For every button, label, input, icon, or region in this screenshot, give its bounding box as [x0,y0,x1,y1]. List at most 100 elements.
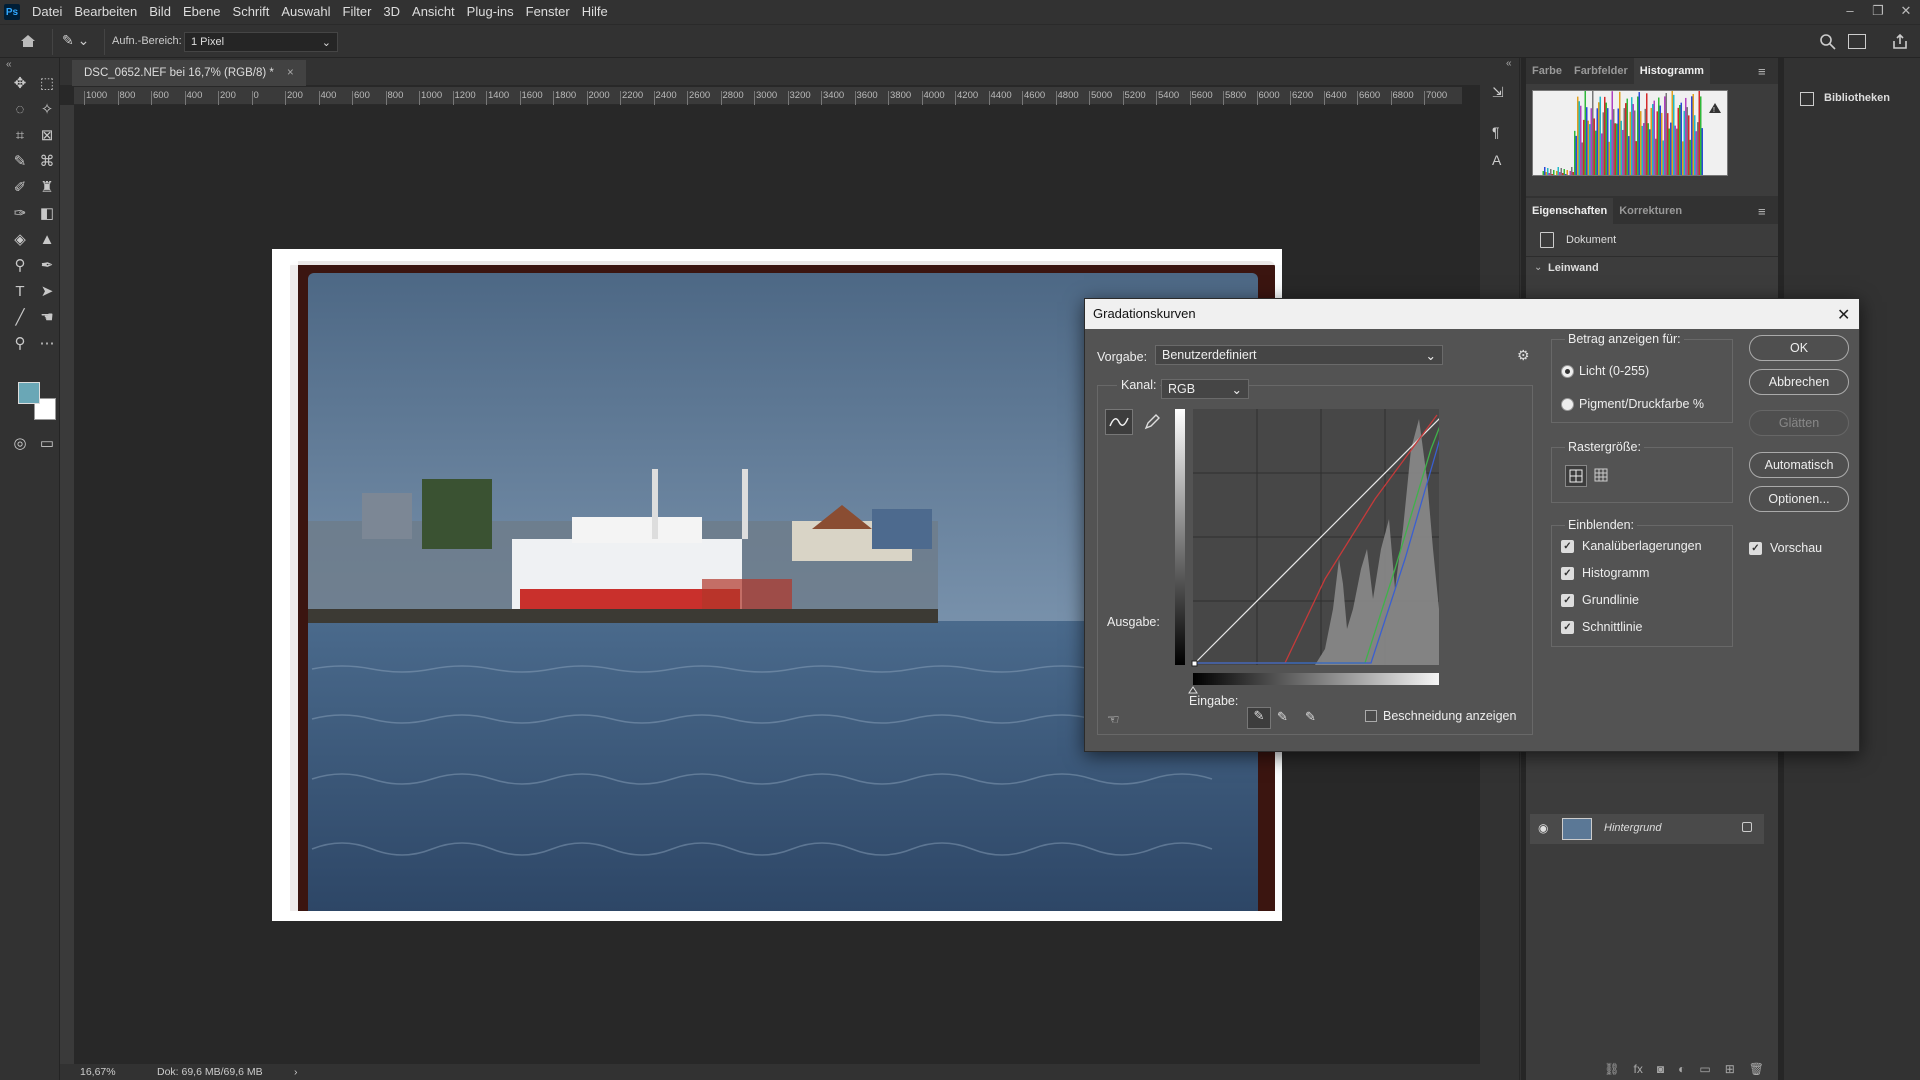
close-tab-icon[interactable]: × [287,67,294,79]
move-tool-icon[interactable]: ✥ [7,70,33,96]
panel-tab[interactable]: Farbfelder [1568,58,1634,84]
panel-tab[interactable]: Eigenschaften [1526,198,1614,224]
black-point-eyedropper-icon[interactable]: ✎ [1247,707,1271,729]
quick-mask-icon[interactable]: ◎ [7,430,33,456]
eraser-tool-icon[interactable]: ◧ [34,200,60,226]
bucket-tool-icon[interactable]: ◈ [7,226,33,252]
screen-mode-icon[interactable]: ▭ [34,430,60,456]
foreground-color-swatch[interactable] [18,382,40,404]
panel-tab[interactable]: Farbe [1526,58,1568,84]
more-tools-icon[interactable]: ⋯ [34,330,60,356]
libraries-panel-button[interactable]: Bibliotheken [1784,84,1920,114]
new-layer-icon[interactable]: ⊞ [1725,1062,1735,1076]
path-select-icon[interactable]: ➤ [34,278,60,304]
light-radio-button[interactable] [1561,365,1574,379]
menu-item[interactable]: Ebene [177,0,227,24]
menu-item[interactable]: Ansicht [406,0,461,24]
cancel-button[interactable]: Abbrechen [1749,369,1849,395]
trash-icon[interactable]: 🗑 [1749,1062,1764,1076]
character-panel-icon[interactable]: A [1492,152,1510,170]
zoom-level[interactable]: 16,67% [80,1064,116,1080]
show-option-row[interactable]: ✓ Kanalüberlagerungen [1561,539,1731,566]
canvas-section-chevron-icon[interactable]: ⌄ [1534,262,1542,273]
white-point-eyedropper-icon[interactable]: ✎ [1305,709,1316,725]
search-icon[interactable] [1818,32,1838,52]
eyedropper-icon[interactable]: ✎ [7,148,33,174]
check-icon[interactable]: ✓ [1561,594,1574,608]
menu-item[interactable]: Schrift [227,0,276,24]
menu-item[interactable]: Bearbeiten [68,0,143,24]
preset-select[interactable]: Benutzerdefiniert ⌄ [1155,345,1443,365]
sharpen-tool-icon[interactable]: ▲ [34,226,60,252]
share-icon[interactable] [1890,32,1910,52]
document-tab[interactable]: DSC_0652.NEF bei 16,7% (RGB/8) * × [72,60,306,86]
settings-gear-icon[interactable]: ⚙ [1517,347,1530,364]
gray-point-eyedropper-icon[interactable]: ✎ [1277,709,1288,725]
crop-tool-icon[interactable]: ⌗ [7,122,33,148]
menu-item[interactable]: Bild [143,0,177,24]
group-folder-icon[interactable]: ▭ [1699,1062,1710,1076]
preview-checkbox[interactable]: ✓ Vorschau [1749,541,1822,556]
ok-button[interactable]: OK [1749,335,1849,361]
collapse-left-icon[interactable]: « [6,59,12,70]
layer-row[interactable]: ◉ Hintergrund [1530,814,1764,844]
visibility-eye-icon[interactable]: ◉ [1538,821,1548,835]
show-option-row[interactable]: ✓ Schnittlinie [1561,620,1731,647]
curves-graph[interactable] [1175,408,1451,697]
light-radio[interactable]: Licht (0-255) [1561,364,1649,379]
menu-item[interactable]: Hilfe [576,0,614,24]
type-tool-icon[interactable]: T [7,278,33,304]
menu-item[interactable]: Auswahl [275,0,336,24]
panel-tab[interactable]: Korrekturen [1613,198,1688,224]
check-icon[interactable]: ✓ [1749,542,1762,556]
pencil-tool-icon[interactable] [1141,411,1163,433]
lasso-tool-icon[interactable]: ◌ [7,96,33,122]
hand-tool-icon[interactable]: ☚ [34,304,60,330]
frame-tool-icon[interactable]: ⊠ [34,122,60,148]
pigment-radio-button[interactable] [1561,398,1574,412]
marquee-tool-icon[interactable]: ⬚ [34,70,60,96]
panel-menu-icon[interactable]: ≡ [1758,64,1766,79]
check-icon[interactable]: ✓ [1561,621,1574,635]
show-option-row[interactable]: ✓ Histogramm [1561,566,1731,593]
dodge-tool-icon[interactable]: ⚲ [7,252,33,278]
sample-size-select[interactable]: 1 Pixel ⌄ [184,32,338,52]
simple-grid-icon[interactable] [1565,465,1587,487]
history-brush-icon[interactable]: ✑ [7,200,33,226]
brush-tool-icon[interactable]: ✐ [7,174,33,200]
pen-tool-icon[interactable]: ✒ [34,252,60,278]
zoom-tool-icon[interactable]: ⚲ [7,330,33,356]
options-button[interactable]: Optionen... [1749,486,1849,512]
patch-tool-icon[interactable]: ⌘ [34,148,60,174]
minimize-icon[interactable]: – [1836,0,1864,24]
layer-name[interactable]: Hintergrund [1604,822,1661,834]
menu-item[interactable]: 3D [377,0,406,24]
auto-button[interactable]: Automatisch [1749,452,1849,478]
show-clipping-checkbox[interactable] [1365,710,1377,722]
show-option-row[interactable]: ✓ Grundlinie [1561,593,1731,620]
history-panel-icon[interactable]: ⇲ [1492,84,1510,102]
check-icon[interactable]: ✓ [1561,540,1574,554]
channel-select[interactable]: RGB ⌄ [1161,379,1249,399]
check-icon[interactable]: ✓ [1561,567,1574,581]
canvas-section-title[interactable]: Leinwand [1548,262,1599,274]
mask-icon[interactable]: ◙ [1657,1062,1664,1076]
target-adjustment-icon[interactable]: ☜ [1107,711,1120,728]
line-tool-icon[interactable]: ╱ [7,304,33,330]
paragraph-panel-icon[interactable]: ¶ [1492,124,1510,142]
menu-item[interactable]: Filter [337,0,378,24]
link-layers-icon[interactable]: ⛓ [1604,1062,1619,1076]
detailed-grid-icon[interactable] [1591,465,1613,487]
panel-menu-icon[interactable]: ≡ [1758,204,1766,219]
curve-point-tool-icon[interactable] [1105,409,1133,435]
stamp-tool-icon[interactable]: ♜ [34,174,60,200]
menu-item[interactable]: Datei [26,0,68,24]
pigment-radio[interactable]: Pigment/Druckfarbe % [1561,397,1704,412]
quick-select-tool-icon[interactable]: ✧ [34,96,60,122]
menu-item[interactable]: Plug-ins [461,0,520,24]
status-menu-arrow[interactable]: › [294,1064,298,1080]
menu-item[interactable]: Fenster [520,0,576,24]
workspace-icon[interactable] [1848,34,1866,49]
panel-tab[interactable]: Histogramm [1633,58,1710,84]
close-window-icon[interactable]: ✕ [1892,0,1920,24]
